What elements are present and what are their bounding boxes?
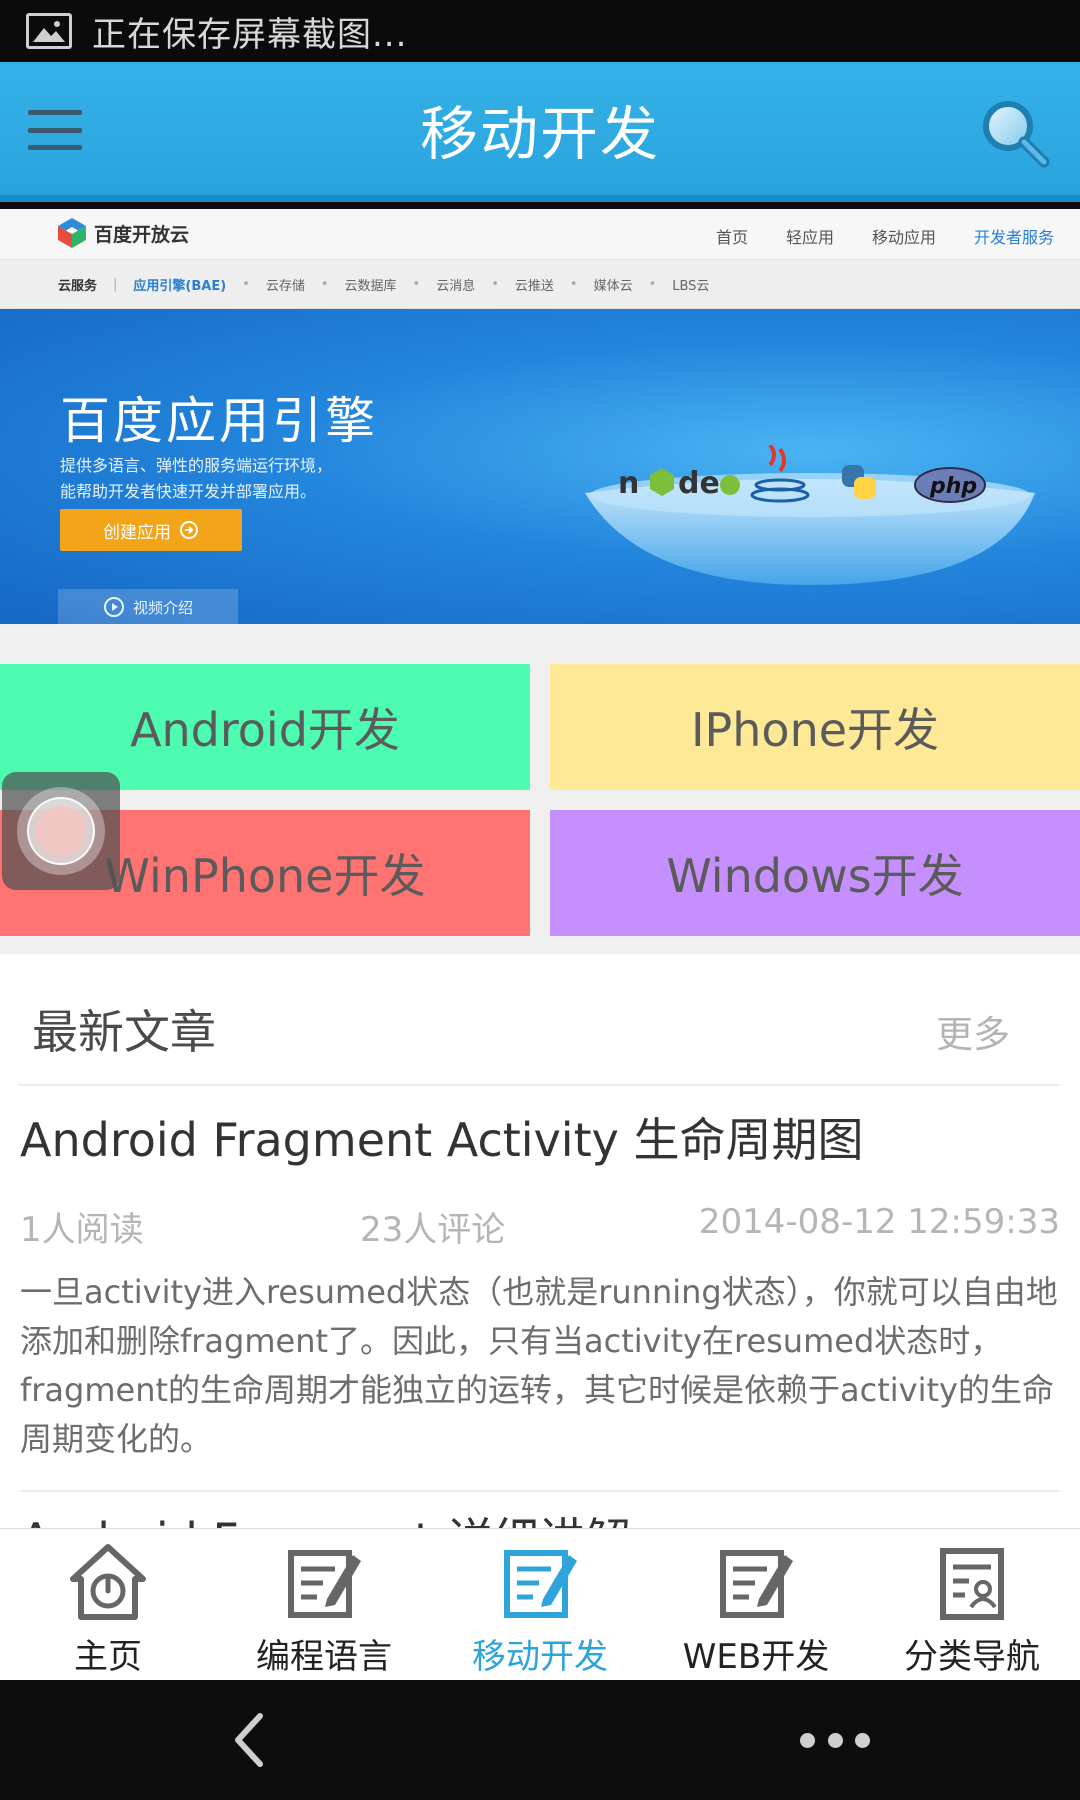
article-title[interactable]: Android Fragment Activity 生命周期图 (20, 1104, 1060, 1170)
svg-text:php: php (929, 474, 977, 499)
sub-nav-item: 云服务 (58, 278, 98, 294)
tab-label: 移动开发 (472, 1637, 608, 1677)
section-header: 最新文章 更多 (18, 954, 1060, 1086)
back-icon[interactable] (222, 1710, 282, 1770)
video-intro-label: 视频介绍 (132, 598, 193, 617)
hero-description: 提供多语言、弹性的服务端运行环境， 能帮助开发者快速开发并部署应用。 (60, 453, 332, 505)
article-timestamp: 2014-08-12 12:59:33 (698, 1202, 1060, 1242)
sub-nav-item: 云存储 (265, 278, 305, 294)
profile-card-icon (940, 1548, 1004, 1620)
search-icon[interactable] (976, 94, 1056, 174)
section-title: 最新文章 (32, 1005, 216, 1059)
video-intro-button: 视频介绍 (58, 589, 238, 624)
tab-home[interactable]: 主页 (0, 1529, 216, 1680)
latest-articles: 最新文章 更多 Android Fragment Activity 生命周期图 … (0, 954, 1080, 1528)
svg-text:n: n (618, 466, 639, 501)
banner-hero: 百度应用引擎 提供多语言、弹性的服务端运行环境， 能帮助开发者快速开发并部署应用… (0, 309, 1080, 624)
create-app-label: 创建应用 (103, 522, 171, 543)
assistive-touch-button[interactable] (2, 772, 120, 890)
banner-sub-nav: 云服务 | 应用引擎(BAE) • 云存储 • 云数据库 • 云消息 • 云推送… (0, 259, 1080, 309)
tile-windows[interactable]: Windows开发 (550, 810, 1080, 936)
article-meta: 1人阅读 23人评论 2014-08-12 12:59:33 (20, 1202, 1060, 1250)
sub-nav-item: 应用引擎(BAE) (133, 278, 227, 294)
category-tiles: Android开发 IPhone开发 WinPhone开发 Windows开发 (0, 624, 1080, 954)
sub-nav-item: 云数据库 (344, 278, 397, 294)
banner-link: 开发者服务 (973, 228, 1054, 247)
tab-programming-languages[interactable]: 编程语言 (216, 1529, 432, 1680)
arrow-circle-icon (180, 521, 198, 539)
svg-text:de: de (678, 466, 720, 501)
sub-nav-item: 云推送 (514, 278, 554, 294)
banner-top-nav: 百度开放云 首页 轻应用 移动应用 开发者服务 (0, 209, 1080, 259)
sub-nav-item: 云消息 (436, 278, 476, 294)
page-title: 移动开发 (419, 99, 660, 168)
system-nav-bar (0, 1680, 1080, 1800)
next-article-title[interactable]: Android Fragment 详细讲解 (20, 1504, 631, 1528)
edit-icon (288, 1550, 361, 1618)
edit-icon (504, 1550, 577, 1618)
status-bar: 正在保存屏幕截图... (0, 0, 1080, 62)
divider (20, 1490, 1060, 1492)
read-count: 1人阅读 (20, 1210, 144, 1250)
tab-label: WEB开发 (682, 1637, 830, 1677)
app-header: 移动开发 (0, 62, 1080, 202)
hero-desc-line: 能帮助开发者快速开发并部署应用。 (60, 482, 317, 501)
banner-link: 轻应用 (785, 228, 834, 247)
comment-count: 23人评论 (360, 1210, 506, 1250)
tile-iphone[interactable]: IPhone开发 (550, 664, 1080, 790)
sub-nav-item: LBS云 (672, 278, 710, 294)
edit-icon (720, 1550, 793, 1618)
create-app-button: 创建应用 (60, 509, 242, 551)
more-link[interactable]: 更多 (936, 1004, 1010, 1058)
tab-web-dev[interactable]: WEB开发 (648, 1529, 864, 1680)
hero-desc-line: 提供多语言、弹性的服务端运行环境， (60, 456, 333, 475)
image-icon (26, 13, 72, 49)
status-text: 正在保存屏幕截图... (92, 14, 408, 55)
tab-label: 主页 (74, 1637, 142, 1677)
banner-link: 移动应用 (871, 228, 936, 247)
hero-title: 百度应用引擎 (60, 392, 378, 450)
bottom-tab-bar: 主页 编程语言 移动开发 WEB开发 分类导航 (0, 1528, 1080, 1680)
article-item[interactable]: Android Fragment Activity 生命周期图 1人阅读 23人… (20, 1104, 1060, 1464)
tab-mobile-dev[interactable]: 移动开发 (432, 1529, 648, 1680)
banner-links: 首页 轻应用 移动应用 开发者服务 (716, 224, 1054, 248)
php-logo: php (914, 467, 986, 503)
banner-link: 首页 (715, 228, 748, 247)
tab-label: 分类导航 (904, 1637, 1040, 1677)
tech-logos-illustration: n de php (585, 445, 1035, 585)
article-summary: 一旦activity进入resumed状态（也就是running状态），你就可以… (20, 1273, 1058, 1458)
baidu-cloud-logo: 百度开放云 (56, 217, 189, 249)
logo-text: 百度开放云 (94, 223, 190, 246)
promo-banner[interactable]: 百度开放云 首页 轻应用 移动应用 开发者服务 云服务 | 应用引擎(BAE) … (0, 209, 1080, 624)
tab-label: 编程语言 (256, 1637, 392, 1677)
more-icon[interactable] (800, 1720, 870, 1760)
home-icon (70, 1544, 146, 1620)
menu-icon[interactable] (28, 110, 82, 150)
tab-category-nav[interactable]: 分类导航 (864, 1529, 1080, 1680)
play-icon (103, 597, 124, 617)
sub-nav-item: 媒体云 (593, 278, 633, 294)
